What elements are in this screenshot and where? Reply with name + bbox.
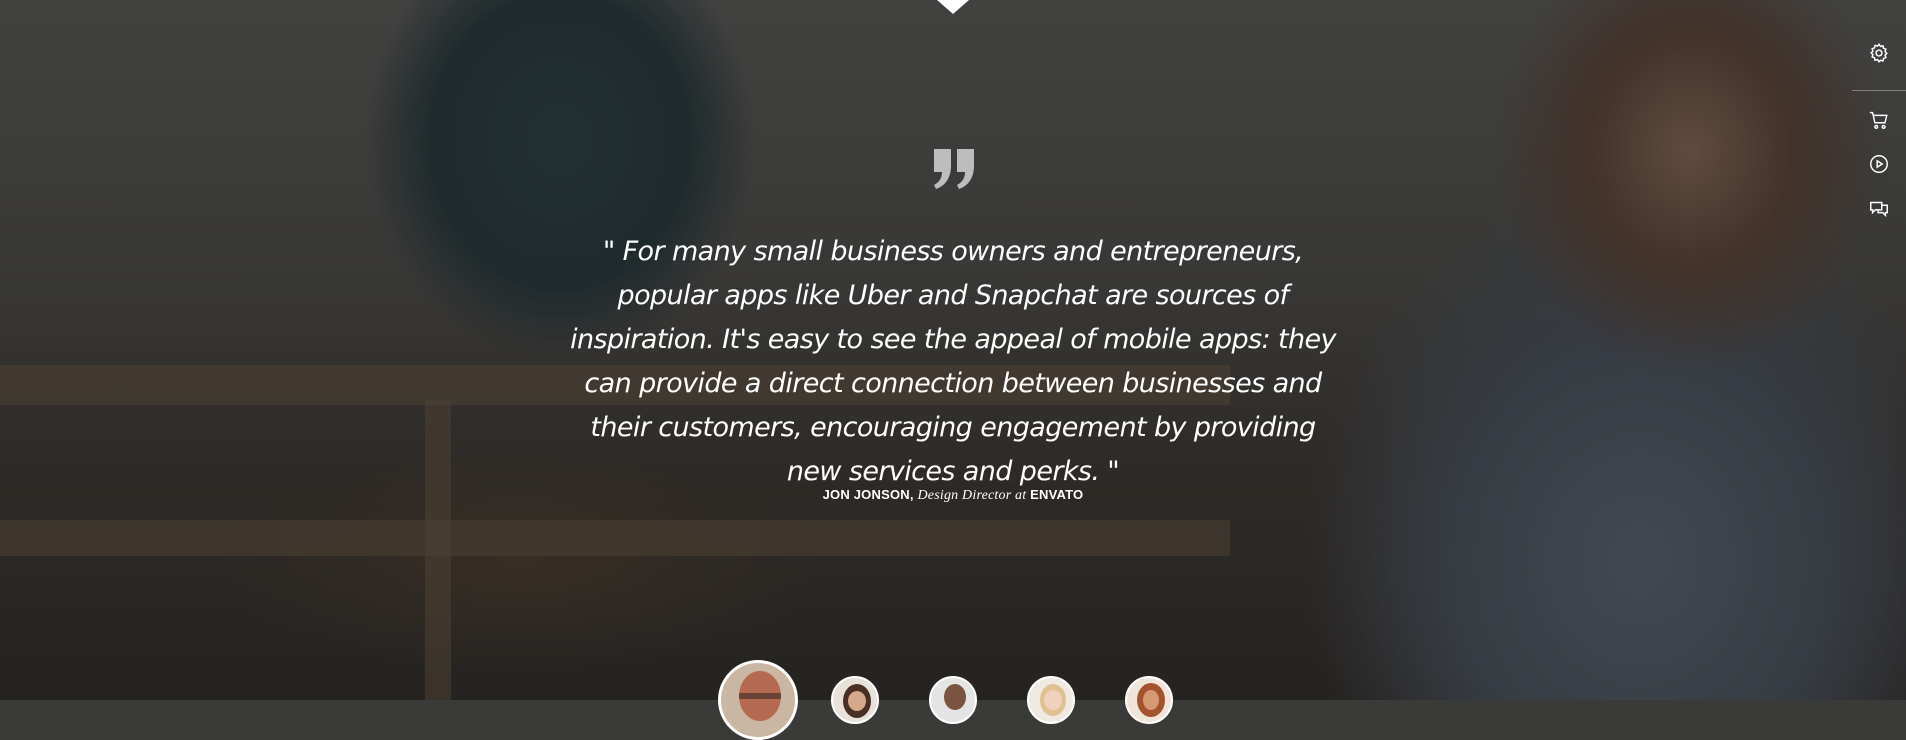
- author-role: Design Director at: [917, 488, 1027, 503]
- avatar-5[interactable]: [1125, 676, 1173, 724]
- section-notch: [937, 0, 969, 14]
- avatar-2[interactable]: [831, 676, 879, 724]
- chat-button[interactable]: [1863, 192, 1895, 224]
- glasses-shape: [739, 693, 781, 699]
- cart-button[interactable]: [1863, 104, 1895, 136]
- author-company: ENVATO: [1030, 487, 1084, 502]
- author-name: JON JONSON,: [822, 487, 914, 502]
- play-circle-icon: [1870, 155, 1888, 173]
- testimonial-author: JON JONSON, Design Director at ENVATO: [653, 487, 1253, 504]
- avatar-skin: [1044, 690, 1062, 710]
- avatar-face: [944, 684, 966, 710]
- cart-icon: [1869, 111, 1888, 129]
- gear-icon: [1870, 43, 1888, 63]
- avatar-skin: [848, 691, 866, 711]
- side-toolbar: [1852, 0, 1906, 240]
- settings-button[interactable]: [1863, 37, 1895, 69]
- avatar-active[interactable]: [718, 660, 798, 740]
- avatar-3[interactable]: [929, 676, 977, 724]
- video-button[interactable]: [1863, 148, 1895, 180]
- chat-bubbles-icon: [1870, 201, 1888, 218]
- avatar-skin: [1143, 690, 1159, 710]
- sidebar-divider: [1852, 90, 1906, 91]
- avatar-4[interactable]: [1027, 676, 1075, 724]
- quote-icon: [934, 149, 974, 189]
- testimonial-quote: " For many small business owners and ent…: [570, 236, 1336, 487]
